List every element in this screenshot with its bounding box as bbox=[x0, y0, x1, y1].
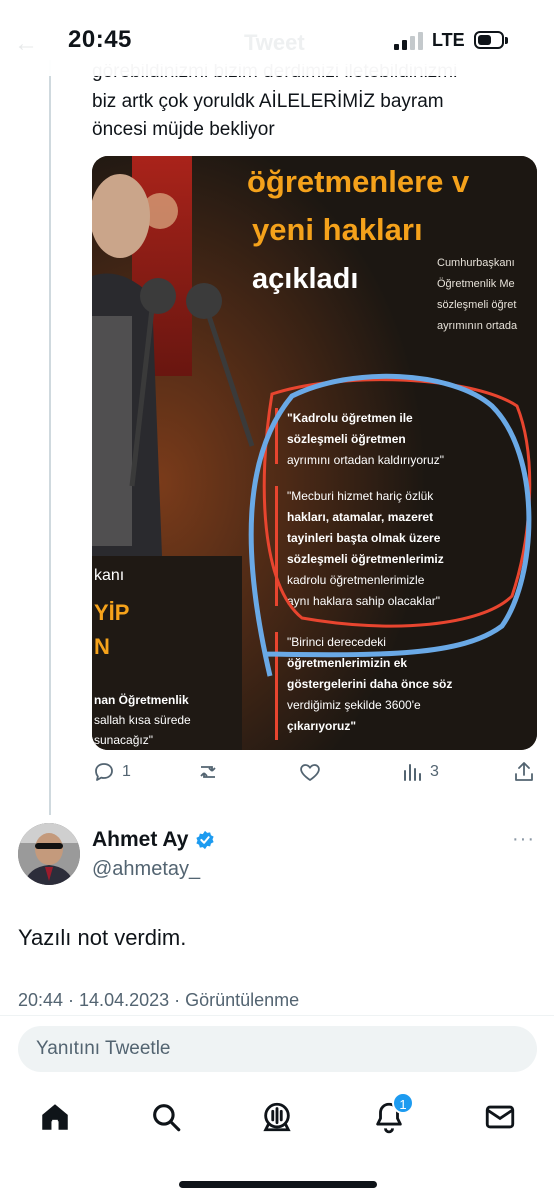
views-count: 3 bbox=[430, 763, 439, 780]
quote-3-line: "Birinci derecedeki bbox=[287, 635, 386, 649]
home-indicator[interactable] bbox=[179, 1181, 377, 1188]
avatar-image bbox=[18, 823, 80, 885]
left-text-line: sunacağız" bbox=[94, 733, 153, 747]
bar-chart-icon bbox=[404, 764, 421, 781]
home-icon bbox=[42, 1104, 68, 1130]
quote-3-line: çıkarıyoruz" bbox=[287, 719, 356, 733]
spaces-icon bbox=[263, 1102, 291, 1132]
author-name-text: Ahmet Ay bbox=[92, 828, 189, 851]
thread-line bbox=[49, 60, 51, 815]
quote-2-line: tayinleri başta olmak üzere bbox=[287, 531, 441, 545]
reply-icon bbox=[95, 763, 113, 781]
nav-home[interactable] bbox=[38, 1100, 72, 1134]
battery-icon bbox=[474, 31, 508, 49]
quote-1-line: "Kadrolu öğretmen ile bbox=[287, 411, 413, 425]
tweet-text-line: öncesi müjde bekliyor bbox=[92, 119, 275, 140]
nav-notifications[interactable]: 1 bbox=[372, 1092, 414, 1134]
side-text-line: sözleşmeli öğret bbox=[437, 299, 516, 311]
quote-3-line: verdiğimiz şekilde 3600'e bbox=[287, 698, 421, 712]
headline-line-1: öğretmenlere v bbox=[247, 164, 470, 199]
person-head bbox=[92, 174, 150, 258]
side-text-line: Cumhurbaşkanı bbox=[437, 257, 515, 269]
tweet-text-line: biz artk çok yoruldk AİLELERİMİZ bayram bbox=[92, 91, 444, 112]
retweet-button[interactable] bbox=[196, 760, 226, 784]
quote-1-line: sözleşmeli öğretmen bbox=[287, 432, 406, 446]
left-text-line: sallah kısa sürede bbox=[94, 713, 191, 727]
headline-line-2: yeni hakları bbox=[252, 212, 423, 247]
nav-messages[interactable] bbox=[483, 1100, 517, 1134]
quote-2-line: hakları, atamalar, mazeret bbox=[287, 510, 433, 524]
side-text-line: Öğretmenlik Me bbox=[437, 278, 515, 290]
heart-icon bbox=[300, 764, 320, 781]
avatar[interactable] bbox=[18, 823, 80, 885]
quote-2-line: kadrolu öğretmenlerimizle bbox=[287, 573, 425, 587]
nav-search[interactable] bbox=[149, 1100, 183, 1134]
news-graphic: öğretmenlere v yeni hakları açıkladı Cum… bbox=[92, 156, 537, 750]
notification-badge: 1 bbox=[392, 1092, 414, 1114]
headline-line-3: açıkladı bbox=[252, 263, 358, 295]
reply-tweet-text: Yazılı not verdim. bbox=[18, 925, 187, 950]
quote-1-line: ayrımını ortadan kaldırıyoruz" bbox=[287, 453, 444, 467]
side-text-line: ayrımının ortada bbox=[437, 320, 518, 332]
left-text-line: kanı bbox=[94, 567, 124, 584]
microphone-shape bbox=[140, 278, 176, 314]
tweet-media-image[interactable]: öğretmenlere v yeni hakları açıkladı Cum… bbox=[92, 156, 537, 750]
status-time: 20:45 bbox=[68, 26, 132, 53]
quote-3-line: göstergelerini daha önce söz bbox=[287, 677, 452, 691]
left-text-line: nan Öğretmenlik bbox=[94, 692, 189, 707]
left-text-line: N bbox=[94, 634, 110, 659]
reply-count: 1 bbox=[122, 763, 131, 780]
quote-2-line: "Mecburi hizmet hariç özlük bbox=[287, 489, 434, 503]
page-title: Tweet bbox=[244, 30, 305, 55]
share-icon bbox=[515, 762, 533, 781]
like-button[interactable] bbox=[298, 760, 328, 784]
reply-button[interactable]: 1 bbox=[92, 760, 131, 784]
battery-level bbox=[478, 35, 491, 45]
author-handle[interactable]: @ahmetay_ bbox=[92, 858, 200, 881]
microphone-shape bbox=[186, 283, 222, 319]
parent-tweet-text: görebildinizmi bizim derdimizi iletebild… bbox=[92, 64, 532, 144]
tweet-actions: 1 3 bbox=[92, 760, 537, 790]
nav-spaces[interactable] bbox=[260, 1100, 294, 1134]
tweet-meta: 20:44 · 14.04.2023 · Görüntülenme bbox=[18, 990, 300, 1010]
quote-2-line: aynı haklara sahip olacaklar" bbox=[287, 594, 440, 608]
quote-3-line: öğretmenlerimizin ek bbox=[287, 656, 407, 670]
reply-input[interactable]: Yanıtını Tweetle bbox=[18, 1026, 537, 1072]
network-label: LTE bbox=[432, 30, 465, 50]
verified-badge-icon bbox=[196, 830, 215, 850]
views-button[interactable]: 3 bbox=[400, 760, 439, 784]
retweet-icon bbox=[200, 766, 216, 778]
status-bar: ← 20:45 Tweet LTE bbox=[0, 0, 554, 76]
left-text-line: YİP bbox=[94, 600, 129, 625]
divider bbox=[0, 1015, 554, 1016]
messages-icon bbox=[485, 1105, 515, 1129]
search-icon bbox=[153, 1104, 181, 1132]
back-arrow-icon[interactable]: ← bbox=[14, 30, 38, 58]
bottom-nav: 1 bbox=[0, 1088, 554, 1148]
share-button[interactable] bbox=[512, 760, 536, 784]
author-name[interactable]: Ahmet Ay bbox=[92, 828, 216, 852]
quote-2-line: sözleşmeli öğretmenlerimiz bbox=[287, 552, 444, 566]
more-options-button[interactable]: ··· bbox=[512, 828, 535, 851]
signal-icon bbox=[394, 32, 424, 50]
